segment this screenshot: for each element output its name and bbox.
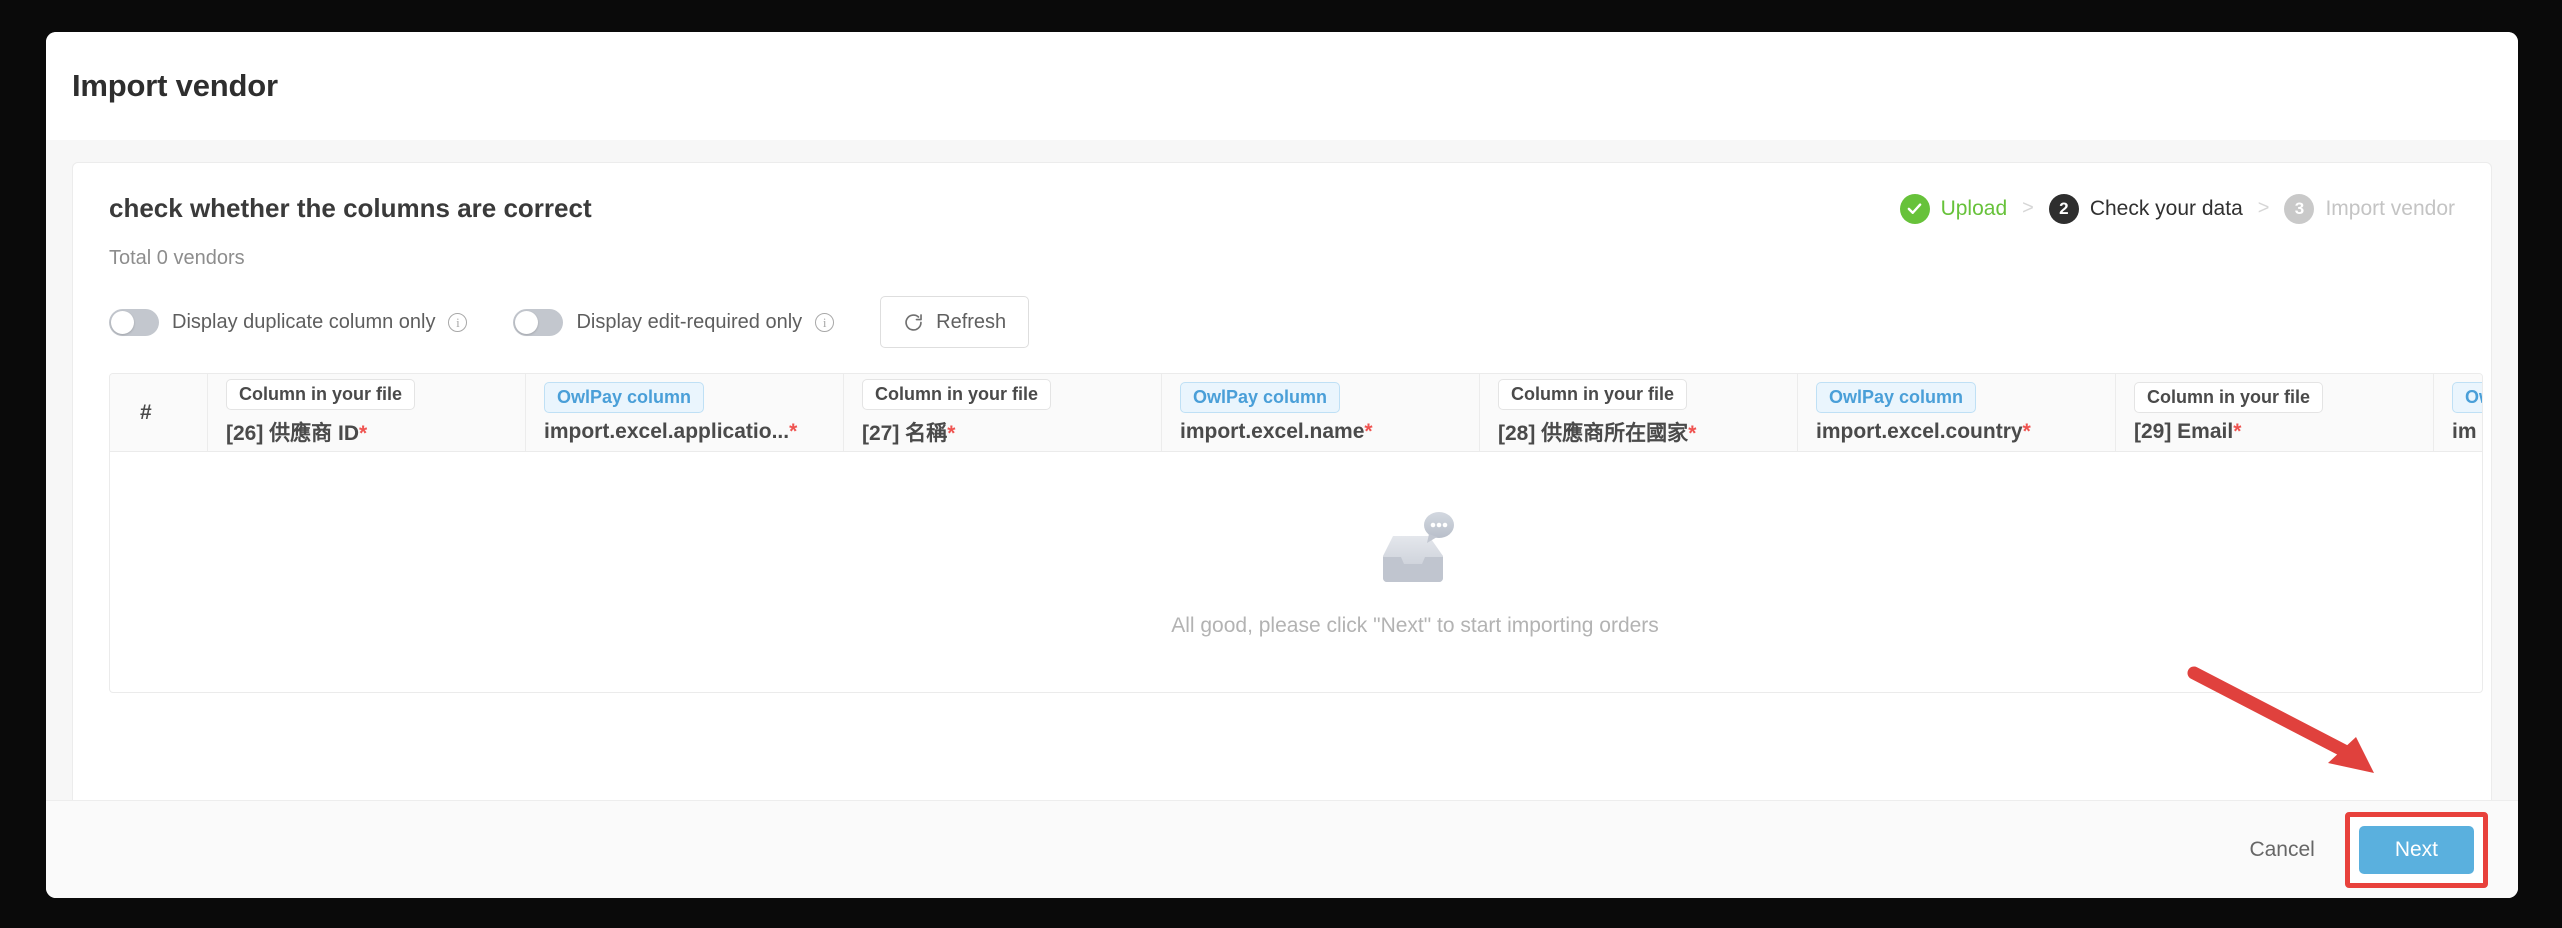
edit-required-control: Display edit-required only i [513,308,835,336]
column-type-badge: OwlPay column [1180,381,1341,413]
panel-heading: check whether the columns are correct [109,193,592,223]
step-indicator: Upload > 2 Check your data > 3 Import ve… [1899,193,2455,224]
column-type-badge: OwlPay column [1816,381,1977,413]
refresh-button[interactable]: Refresh [880,296,1030,348]
table-header-cell: OwlPay column import.excel.name* [1162,374,1480,451]
columns-table: # Column in your file [26] 供應商 ID* OwlPa… [109,373,2483,693]
table-header-cell: OwlPay column import.excel.country* [1798,374,2116,451]
empty-state: All good, please click "Next" to start i… [110,452,2482,692]
table-header-cell: Column in your file [28] 供應商所在國家* [1480,374,1798,451]
column-name: [28] 供應商所在國家* [1498,421,1697,445]
table-header-cell: Column in your file [26] 供應商 ID* [208,374,526,451]
step-import-vendor: 3 Import vendor [2284,193,2455,224]
next-button[interactable]: Next [2358,825,2474,874]
table-header-cell: OwlPay column import.excel.applicatio...… [526,374,844,451]
column-type-badge: Column in your file [226,378,416,410]
table-header-row: # Column in your file [26] 供應商 ID* OwlPa… [110,374,2482,452]
column-name: [27] 名稱* [862,421,956,445]
dialog-body: check whether the columns are correct Up… [46,140,2518,800]
dialog-footer: Cancel Next [46,800,2518,898]
step-import-vendor-label: Import vendor [2325,196,2455,220]
step-check-your-data[interactable]: 2 Check your data [2048,193,2243,224]
toggle-knob [515,310,539,334]
total-vendors-count: Total 0 vendors [109,247,245,269]
table-header-cell: Column in your file [27] 名稱* [844,374,1162,451]
toggle-knob [111,310,134,334]
column-name: import.excel.country* [1816,419,2031,443]
column-name: import.excel.applicatio...* [544,419,798,443]
step-upload-label: Upload [1940,196,2008,220]
page-title: Import vendor [72,68,278,103]
table-header-cell: Column in your file [29] Email* [2116,374,2434,451]
step-separator-2: > [2257,197,2270,219]
refresh-icon [903,312,924,333]
controls-row: Display duplicate column only i Display … [109,296,2455,348]
index-column-label: # [140,400,152,424]
panel-top-row: check whether the columns are correct Up… [109,193,2455,224]
refresh-label: Refresh [936,310,1007,333]
step-number-badge-3: 3 [2284,193,2315,224]
dialog-header: Import vendor [46,32,2518,140]
column-type-badge: OwlPay column [544,381,705,413]
empty-state-text: All good, please click "Next" to start i… [1171,613,1659,637]
import-vendor-dialog: Import vendor check whether the columns … [46,32,2518,898]
column-name: im [2452,419,2477,443]
info-icon[interactable]: i [448,312,468,332]
column-type-badge: Column in your file [1498,378,1688,410]
step-separator-1: > [2022,197,2034,219]
cancel-button[interactable]: Cancel [2249,838,2314,862]
next-button-highlight: Next [2344,811,2488,888]
column-type-badge: Column in your file [862,378,1052,410]
step-upload[interactable]: Upload [1899,193,2008,224]
duplicate-column-control: Display duplicate column only i [109,308,468,336]
column-type-badge: Column in your file [2134,381,2324,413]
step-number-badge-2: 2 [2048,193,2079,224]
empty-inbox-icon [1367,508,1463,588]
duplicate-column-label: Display duplicate column only [172,310,436,333]
table-header-index: # [110,374,208,451]
column-type-badge: OwlPay column [2452,381,2482,413]
duplicate-column-toggle[interactable] [109,308,159,336]
edit-required-label: Display edit-required only [576,310,803,333]
check-data-panel: check whether the columns are correct Up… [72,162,2492,800]
step-check-your-data-label: Check your data [2089,196,2243,220]
column-name: [29] Email* [2134,419,2242,443]
table-header-cell-clipped: OwlPay column im [2434,374,2482,451]
column-name: import.excel.name* [1180,419,1373,443]
check-icon [1899,193,1930,224]
edit-required-toggle[interactable] [513,308,564,336]
info-icon[interactable]: i [815,312,835,332]
column-name: [26] 供應商 ID* [226,421,368,445]
